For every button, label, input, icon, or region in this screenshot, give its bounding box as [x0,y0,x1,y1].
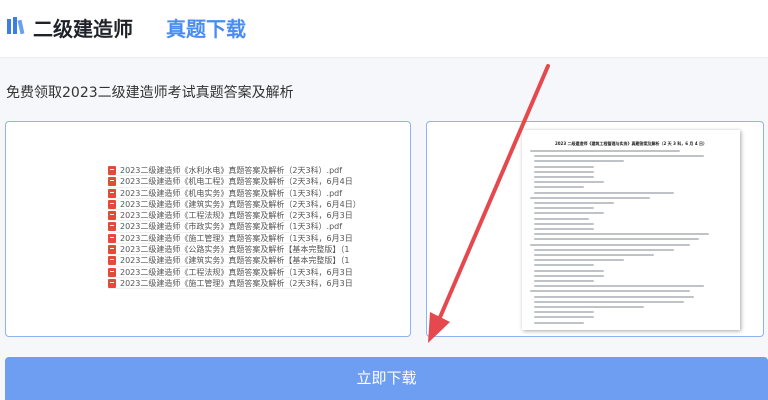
file-row[interactable]: 2023二级建造师《建筑实务》真题答案及解析（2天3科，6月4日） [108,199,361,211]
document-text-line [534,191,674,194]
file-name: 2023二级建造师《公路实务》真题答案及解析【基本完整版】（1 [120,245,350,255]
document-text-line [534,321,584,324]
file-name: 2023二级建造师《机电工程》真题答案及解析（2天3科，6月4日 [120,177,353,187]
document-text-line [534,170,594,173]
document-text-line [534,212,604,215]
document-text-line [534,248,674,251]
document-text-line [534,285,704,288]
page: 二级建造师 真题下载 免费领取2023二级建造师考试真题答案及解析 2023二级… [0,0,768,400]
file-row[interactable]: 2023二级建造师《水利水电》真题答案及解析（2天3科）.pdf [108,165,342,177]
file-row[interactable]: 2023二级建造师《市政实务》真题答案及解析（1天3科）.pdf [108,221,342,233]
document-text-line [534,186,584,189]
file-name: 2023二级建造师《市政实务》真题答案及解析（1天3科）.pdf [120,222,343,232]
file-name: 2023二级建造师《机电实务》真题答案及解析（1天3科）.pdf [120,188,343,198]
document-heading: 2023 二级建造师《建筑工程管理与实务》真题答案及解析（2 天 3 科，6 月… [554,141,707,146]
document-text-line [530,243,690,246]
document-text-line [534,259,624,262]
pdf-file-icon [108,233,116,243]
document-text-line [534,207,594,210]
document-preview-page: 2023 二级建造师《建筑工程管理与实务》真题答案及解析（2 天 3 科，6 月… [522,130,740,330]
document-text-line [534,295,694,298]
file-row[interactable]: 2023二级建造师《施工管理》真题答案及解析（2天3科，6月3日 [108,278,353,290]
document-text-line [534,254,654,256]
pdf-file-icon [108,166,116,175]
file-row[interactable]: 2023二级建造师《公路实务》真题答案及解析【基本完整版】（1 [108,244,349,256]
file-list-card[interactable]: 2023二级建造师《水利水电》真题答案及解析（2天3科）.pdf 2023二级建造… [5,121,411,337]
books-icon [7,17,25,35]
file-row[interactable]: 2023二级建造师《机电工程》真题答案及解析（2天3科，6月4日 [108,176,353,188]
pdf-file-icon [108,211,116,221]
document-preview-card[interactable]: 2023 二级建造师《建筑工程管理与实务》真题答案及解析（2 天 3 科，6 月… [426,121,764,337]
document-text-line [534,316,594,319]
document-text-line [534,233,709,236]
file-row[interactable]: 2023二级建造师《机电实务》真题答案及解析（1天3科）.pdf [108,188,342,199]
document-text-line [534,300,684,303]
file-row[interactable]: 2023二级建造师《建筑实务》真题答案及解析【基本完整版】（1 [108,255,349,267]
file-name: 2023二级建造师《水利水电》真题答案及解析（2天3科）.pdf [120,166,343,175]
document-text-line [534,269,604,272]
document-text-line [534,217,589,220]
app-subtitle: 真题下载 [166,17,246,41]
document-text-line [534,160,624,163]
file-name: 2023二级建造师《施工管理》真题答案及解析（1天3科，6月3日 [120,233,353,243]
document-text-line [534,155,704,158]
file-row[interactable]: 2023二级建造师《工程法规》真题答案及解析（2天3科，6月3日 [108,210,353,222]
document-text-line [534,181,604,184]
file-list: 2023二级建造师《水利水电》真题答案及解析（2天3科）.pdf 2023二级建造… [108,165,361,290]
pdf-file-icon [108,256,116,266]
file-name: 2023二级建造师《建筑实务》真题答案及解析（2天3科，6月4日） [120,199,361,209]
file-name: 2023二级建造师《建筑实务》真题答案及解析【基本完整版】（1 [120,256,350,266]
pdf-file-icon [108,199,116,209]
pdf-file-icon [108,245,116,255]
pdf-file-icon [108,267,116,277]
document-text-line [534,264,594,267]
document-text-line [534,165,594,168]
document-text-line [534,280,594,282]
document-text-line [534,238,699,241]
file-name: 2023二级建造师《工程法规》真题答案及解析（2天3科，6月3日 [120,211,353,221]
file-name: 2023二级建造师《施工管理》真题答案及解析（2天3科，6月3日 [120,278,353,288]
file-row[interactable]: 2023二级建造师《工程法规》真题答案及解析（1天3科，6月3日 [108,267,353,278]
document-text-line [534,202,614,204]
download-button[interactable]: 立即下载 [5,357,768,400]
document-text-line [530,150,680,152]
document-text-line [534,311,594,314]
file-row[interactable]: 2023二级建造师《施工管理》真题答案及解析（1天3科，6月3日 [108,233,353,245]
document-text-line [534,176,594,178]
header: 二级建造师 真题下载 [0,0,768,58]
document-text-line [530,196,650,199]
page-subtitle: 免费领取2023二级建造师考试真题答案及解析 [6,85,294,101]
document-text-line [530,290,690,293]
document-text-line [534,222,594,225]
pdf-file-icon [108,278,116,288]
app-title: 二级建造师 [33,17,133,41]
document-text-line [534,306,644,308]
file-name: 2023二级建造师《工程法规》真题答案及解析（1天3科，6月3日 [120,267,353,277]
document-text-line [534,274,604,277]
document-text-line [534,228,594,230]
pdf-file-icon [108,177,116,187]
pdf-file-icon [108,188,116,198]
pdf-file-icon [108,222,116,232]
